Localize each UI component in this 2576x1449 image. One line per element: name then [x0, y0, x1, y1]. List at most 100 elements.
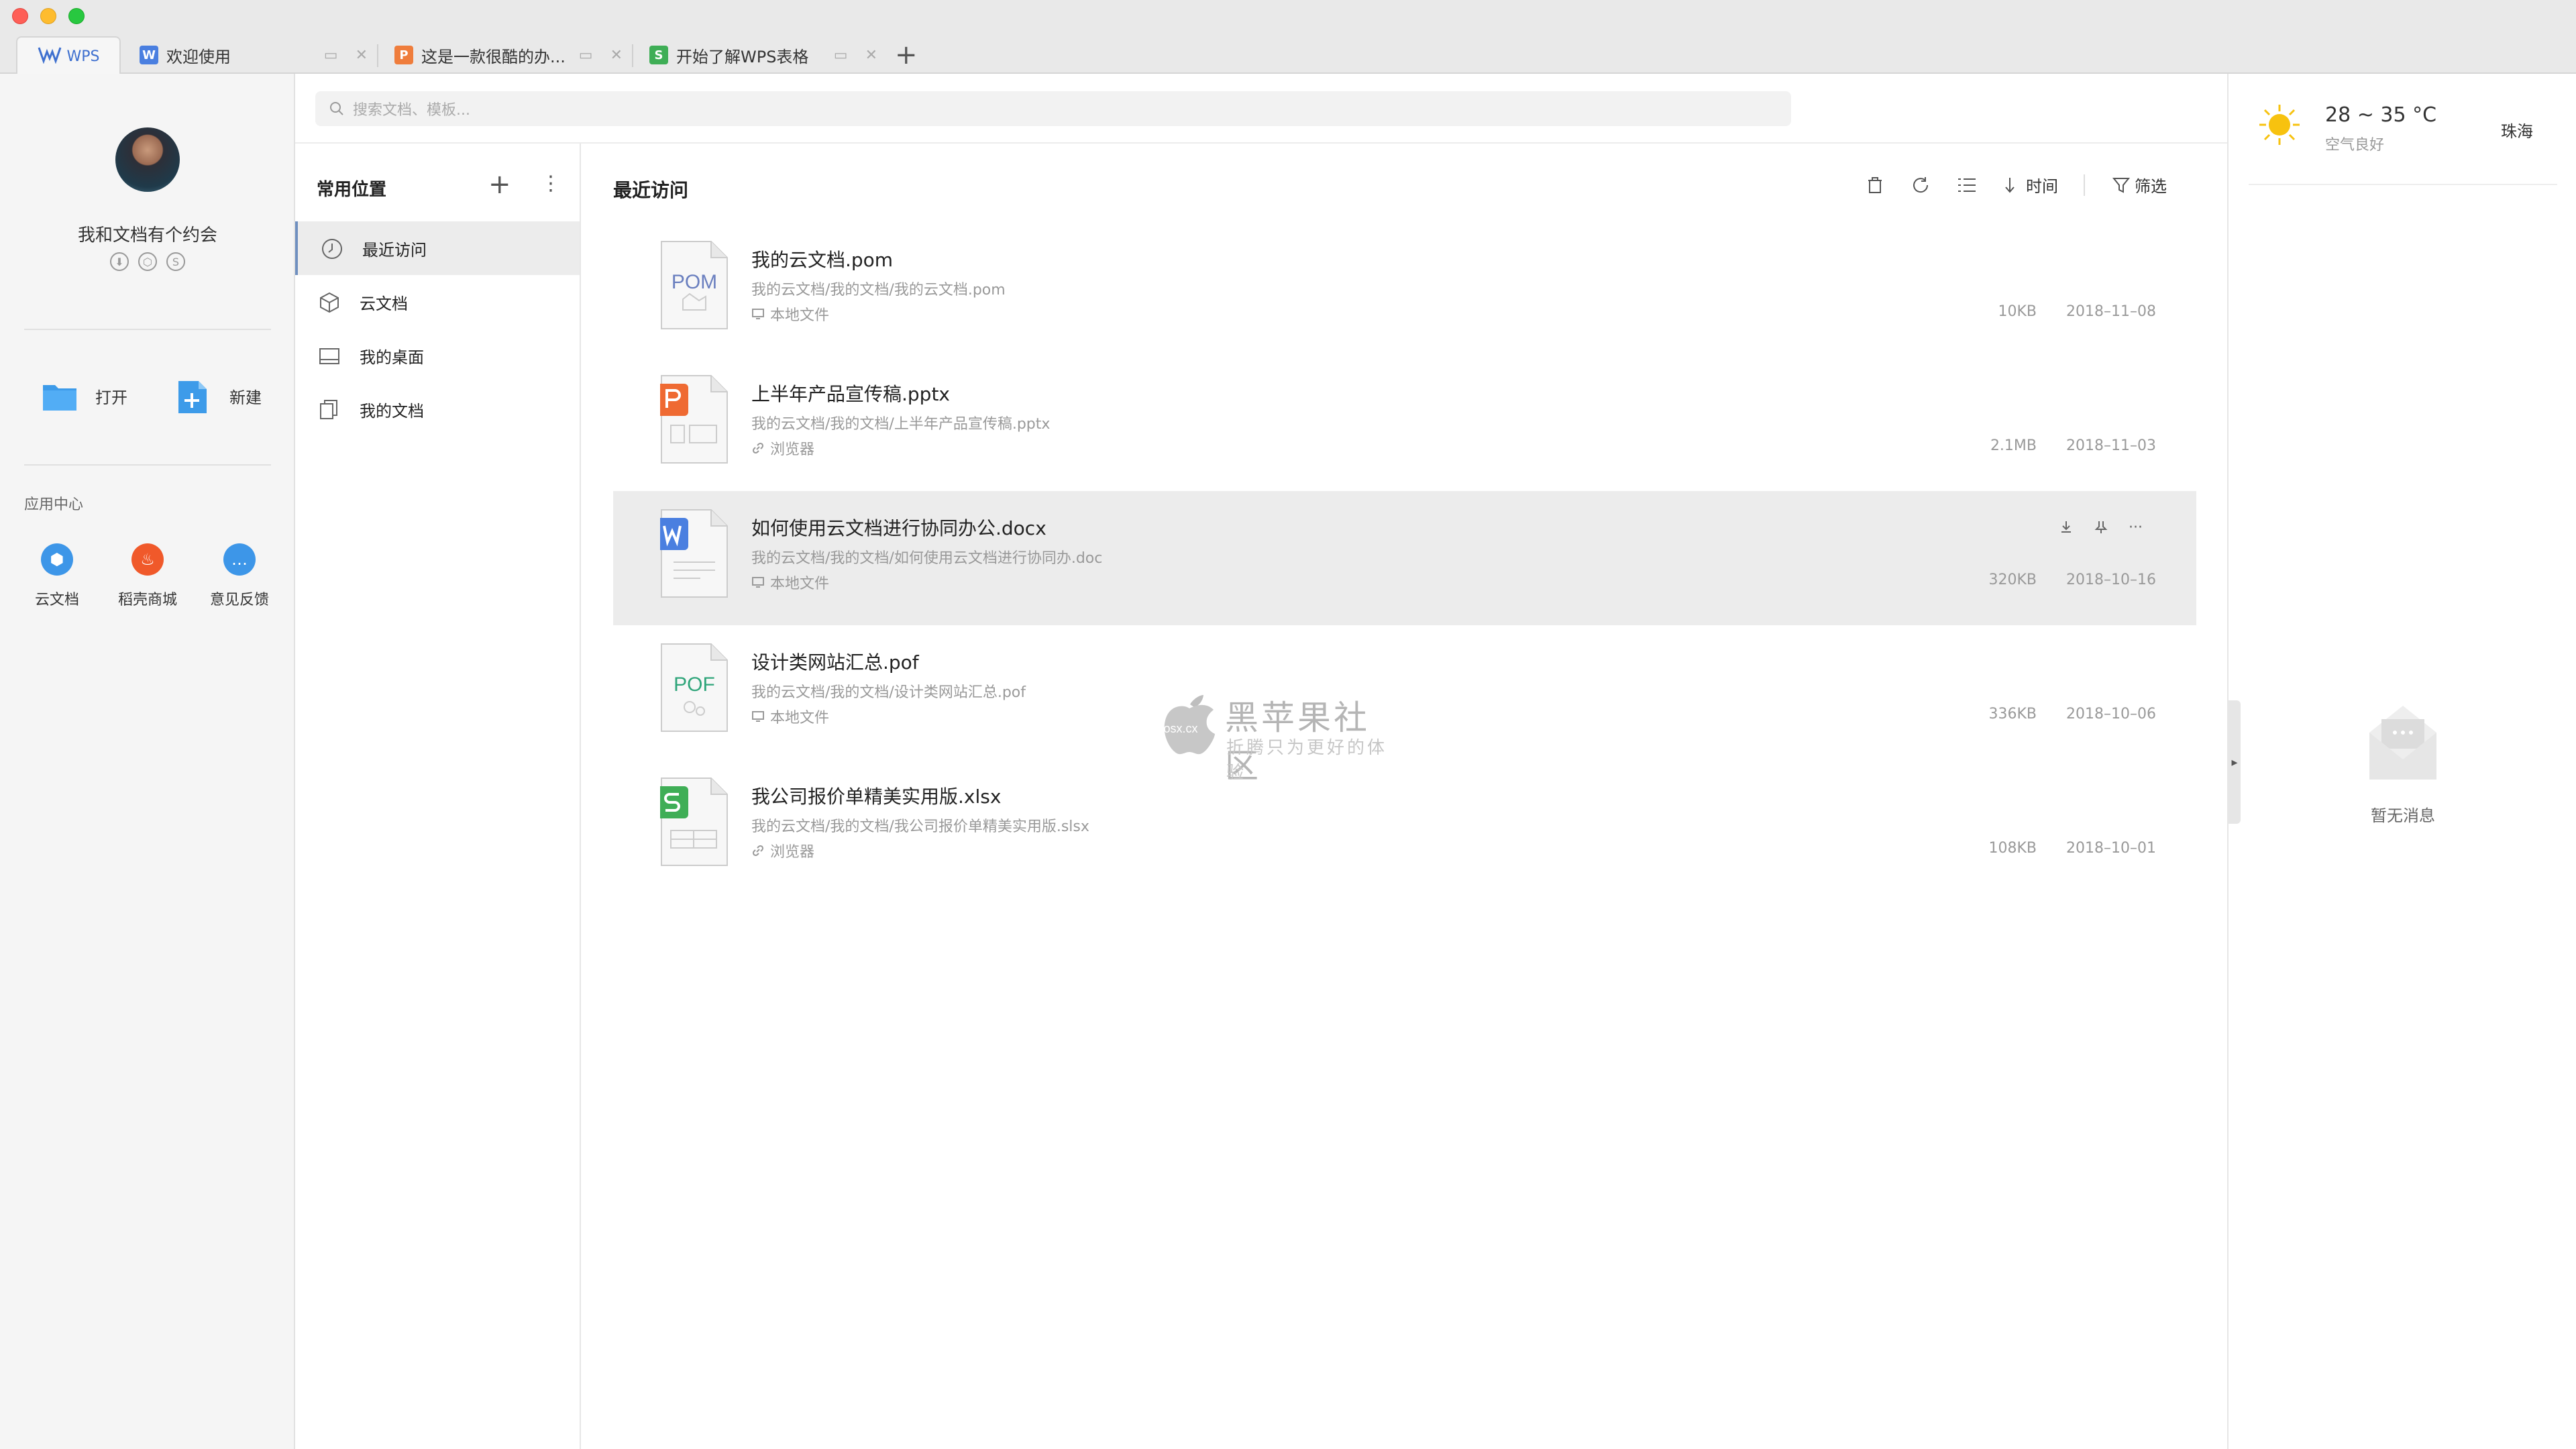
collapse-panel-button[interactable]: ▸	[2229, 700, 2241, 824]
file-date: 2018–11–08	[2066, 303, 2156, 320]
file-size: 10KB	[1998, 303, 2037, 320]
zoom-window-button[interactable]	[68, 8, 85, 24]
cloud-docs-icon: ⬢	[41, 543, 73, 576]
file-row[interactable]: POF 设计类网站汇总.pof 我的云文档/我的文档/设计类网站汇总.pof 本…	[613, 625, 2196, 759]
open-button[interactable]: 打开	[42, 380, 127, 412]
divider	[2249, 184, 2557, 185]
search-placeholder: 搜索文档、模板...	[353, 102, 470, 119]
minimize-window-button[interactable]	[40, 8, 56, 24]
close-icon[interactable]: ✕	[610, 47, 623, 64]
more-icon[interactable]: ···	[2129, 519, 2143, 538]
tab-document[interactable]: S 开始了解WPS表格 ▭ ✕	[649, 36, 885, 74]
file-row[interactable]: 我公司报价单精美实用版.xlsx 我的云文档/我的文档/我公司报价单精美实用版.…	[613, 759, 2196, 894]
file-size: 108KB	[1988, 840, 2037, 857]
location-cloud-docs[interactable]: 云文档	[295, 275, 580, 329]
download-icon[interactable]	[2059, 519, 2074, 538]
add-location-button[interactable]: +	[488, 169, 511, 200]
sort-by-time-button[interactable]: 时间	[2003, 173, 2058, 197]
file-name[interactable]: 我公司报价单精美实用版.xlsx	[751, 782, 1001, 809]
divider	[295, 142, 2227, 144]
app-label: 稻壳商城	[117, 592, 177, 608]
weather-temperature: 28 ~ 35 °C	[2325, 103, 2437, 127]
location-label: 我的文档	[360, 401, 424, 421]
file-size: 336KB	[1988, 706, 2037, 722]
close-window-button[interactable]	[12, 8, 28, 24]
file-path: 我的云文档/我的文档/我的云文档.pom	[751, 282, 1006, 299]
divider	[24, 329, 271, 330]
file-size: 2.1MB	[1990, 437, 2037, 454]
tab-document[interactable]: P 这是一款很酷的办... ▭ ✕	[394, 36, 631, 74]
file-name[interactable]: 上半年产品宣传稿.pptx	[751, 380, 950, 407]
location-recent[interactable]: 最近访问	[295, 221, 580, 275]
app-docer-store[interactable]: ♨ 稻壳商城	[104, 543, 191, 609]
app-label: 意见反馈	[209, 592, 269, 608]
envelope-icon	[2367, 699, 2439, 785]
pom-file-icon: POM	[660, 240, 729, 330]
file-path: 我的云文档/我的文档/如何使用云文档进行协同办.doc	[751, 550, 1103, 567]
presentation-icon: P	[394, 46, 413, 64]
app-cloud-docs[interactable]: ⬢ 云文档	[13, 543, 101, 609]
monitor-icon	[752, 711, 764, 722]
tab-home-label: WPS	[66, 48, 100, 65]
empty-messages-text: 暂无消息	[2371, 806, 2435, 825]
refresh-icon[interactable]	[1911, 175, 1931, 195]
app-label: 云文档	[34, 592, 79, 608]
chat-icon[interactable]: ▭	[834, 47, 848, 64]
file-row[interactable]: 如何使用云文档进行协同办公.docx 我的云文档/我的文档/如何使用云文档进行协…	[613, 491, 2196, 625]
file-name[interactable]: 设计类网站汇总.pof	[751, 648, 919, 675]
sort-down-icon	[2005, 177, 2015, 193]
tab-divider	[632, 44, 633, 67]
filter-button[interactable]: 筛选	[2112, 173, 2167, 197]
file-row[interactable]: POM 我的云文档.pom 我的云文档/我的文档/我的云文档.pom 本地文件 …	[613, 223, 2196, 357]
feedback-icon: …	[223, 543, 256, 576]
link-icon	[752, 845, 764, 857]
weather-city[interactable]: 珠海	[2501, 118, 2533, 142]
trash-icon[interactable]	[1865, 175, 1885, 195]
close-icon[interactable]: ✕	[865, 47, 877, 64]
list-view-icon[interactable]	[1956, 175, 1978, 195]
location-my-documents[interactable]: 我的文档	[295, 382, 580, 436]
file-row[interactable]: 上半年产品宣传稿.pptx 我的云文档/我的文档/上半年产品宣传稿.pptx 浏…	[613, 357, 2196, 491]
pof-file-icon: POF	[660, 643, 729, 733]
watermark: osx.cx 黑苹果社区 折腾只为更好的体验	[1161, 687, 1402, 786]
svg-text:POF: POF	[674, 674, 715, 696]
sidebar: 我和文档有个约会 ⬇ ⬡ S 打开 新建 应用中心 ⬢ 云文档 ♨ 稻壳商城 ……	[0, 74, 295, 1449]
link-icon	[752, 442, 764, 454]
toolbar-divider	[2084, 174, 2085, 196]
locations-title: 常用位置	[317, 180, 387, 200]
badge-shield-icon[interactable]: ⬇	[110, 252, 129, 271]
filter-icon	[2112, 177, 2131, 193]
badge-s-icon[interactable]: S	[166, 252, 185, 271]
new-button[interactable]: 新建	[176, 380, 262, 413]
avatar[interactable]	[115, 127, 180, 192]
wps-logo-icon	[38, 45, 62, 68]
presentation-file-icon	[656, 374, 729, 464]
file-date: 2018–10–16	[2066, 572, 2156, 588]
location-desktop[interactable]: 我的桌面	[295, 329, 580, 382]
chat-icon[interactable]: ▭	[324, 47, 338, 64]
tab-divider	[377, 44, 378, 67]
info-panel: 28 ~ 35 °C 空气良好 珠海 暂无消息	[2227, 74, 2576, 1449]
writer-icon: W	[140, 46, 158, 64]
folder-icon	[42, 380, 78, 412]
new-tab-button[interactable]: +	[895, 39, 918, 71]
app-feedback[interactable]: … 意见反馈	[196, 543, 283, 609]
search-input[interactable]: 搜索文档、模板...	[315, 91, 1791, 126]
badge-hexagon-icon[interactable]: ⬡	[138, 252, 157, 271]
chat-icon[interactable]: ▭	[579, 47, 593, 64]
file-path: 我的云文档/我的文档/我公司报价单精美实用版.slsx	[751, 818, 1089, 835]
file-source-label: 本地文件	[770, 576, 830, 592]
title-bar: WPS W 欢迎使用 ▭ ✕ P 这是一款很酷的办... ▭ ✕ S 开始了解W…	[0, 0, 2576, 75]
filter-label: 筛选	[2135, 177, 2167, 196]
file-source: 浏览器	[751, 437, 814, 459]
file-actions: ···	[2059, 519, 2143, 538]
file-name[interactable]: 我的云文档.pom	[751, 246, 893, 272]
tab-document[interactable]: W 欢迎使用 ▭ ✕	[140, 36, 376, 74]
tab-home[interactable]: WPS	[16, 36, 121, 75]
close-icon[interactable]: ✕	[356, 47, 368, 64]
pin-icon[interactable]	[2094, 519, 2108, 538]
username[interactable]: 我和文档有个约会	[0, 221, 295, 246]
more-options-icon[interactable]: ⋮	[541, 172, 561, 195]
file-size: 320KB	[1988, 572, 2037, 588]
file-name[interactable]: 如何使用云文档进行协同办公.docx	[751, 514, 1046, 541]
